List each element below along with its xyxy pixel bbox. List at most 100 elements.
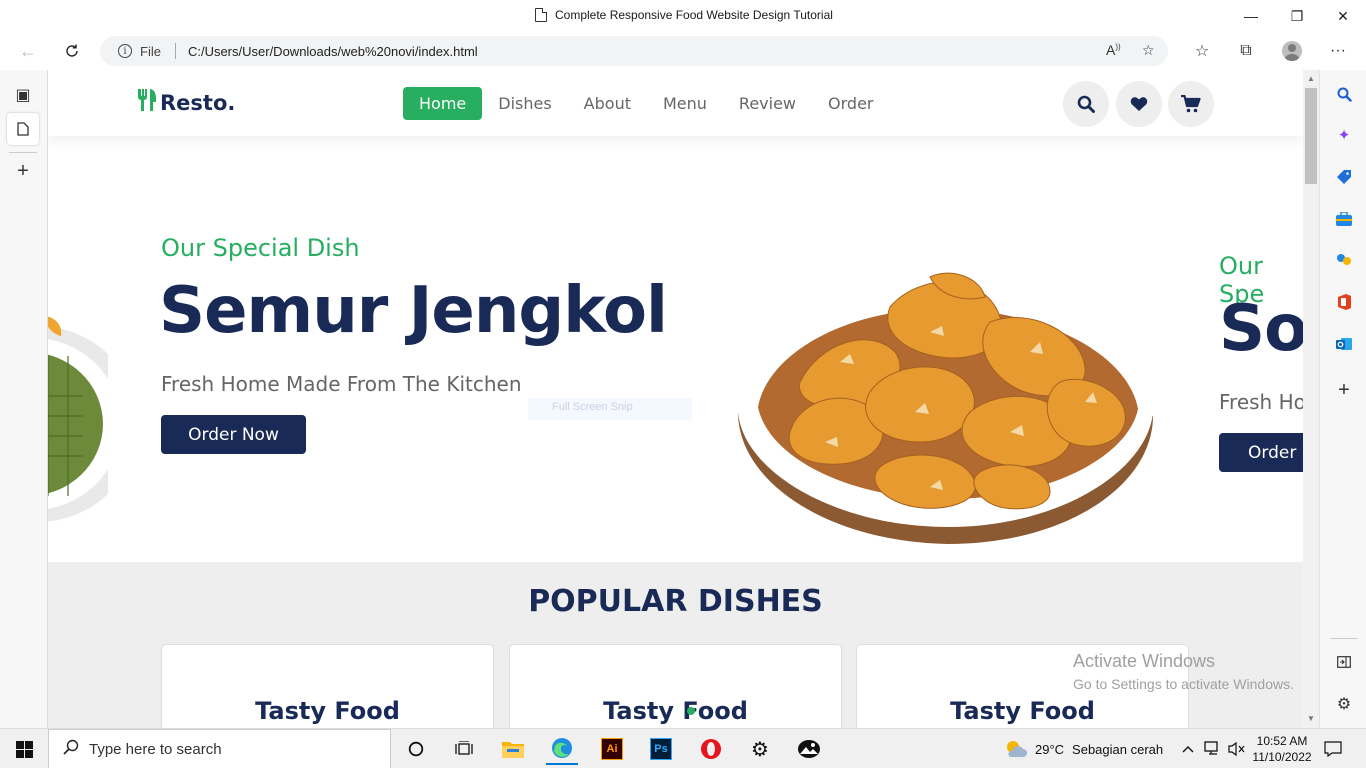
back-icon[interactable]: ←	[13, 36, 43, 66]
activation-watermark: Activate Windows Go to Settings to activ…	[1073, 651, 1294, 692]
address-bar[interactable]: i File C:/Users/User/Downloads/web%20nov…	[100, 36, 1168, 66]
nav-about[interactable]: About	[568, 87, 647, 120]
scroll-up-icon[interactable]: ▲	[1307, 74, 1315, 83]
next-slide-lead: Fresh Ho	[1219, 390, 1303, 414]
section-heading: POPULAR DISHES	[528, 584, 823, 619]
cart-icon[interactable]	[1168, 81, 1214, 127]
file-label: File	[140, 43, 161, 59]
nav-home[interactable]: Home	[403, 87, 483, 120]
maximize-button[interactable]: ❐	[1274, 0, 1320, 32]
vertical-tabs-bar: ▣ +	[0, 70, 48, 728]
weather-widget[interactable]: 29°C Sebagian cerah	[1003, 729, 1163, 768]
watermark-line2: Go to Settings to activate Windows.	[1073, 676, 1294, 692]
cursor-dot	[687, 707, 695, 715]
dish-card-title: Tasty Food	[255, 697, 400, 725]
snip-overlay: Full Screen Snip	[528, 398, 692, 420]
dish-card[interactable]: Tasty Food	[509, 644, 842, 728]
refresh-icon[interactable]	[57, 36, 87, 66]
search-icon[interactable]	[1063, 81, 1109, 127]
previous-dish-image	[48, 316, 108, 522]
read-aloud-icon[interactable]: A))	[1106, 42, 1121, 58]
clock[interactable]: 10:52 AM 11/10/2022	[1252, 729, 1312, 768]
edge-browser-icon[interactable]	[546, 733, 578, 765]
settings-gear-icon[interactable]: ⚙	[1334, 694, 1354, 714]
edge-sidebar: ✦ + ⚙	[1319, 70, 1366, 728]
dish-card-title: Tasty Food	[950, 697, 1095, 725]
cortana-icon[interactable]	[400, 733, 432, 765]
tab-actions-icon[interactable]: ▣	[7, 79, 39, 111]
windows-taskbar: Type here to search Ai Ps ⚙ 29°C Sebagia…	[0, 728, 1366, 768]
games-icon[interactable]	[1334, 250, 1354, 270]
url-text[interactable]: C:/Users/User/Downloads/web%20novi/index…	[188, 44, 478, 59]
windows-logo-icon	[15, 740, 33, 758]
hero-title: Semur Jengkol	[159, 274, 668, 348]
show-hidden-icons[interactable]	[1182, 729, 1194, 768]
outlook-icon[interactable]	[1334, 334, 1354, 354]
popular-dishes-section: POPULAR DISHES Tasty Food Tasty Food Tas…	[48, 562, 1303, 728]
close-button[interactable]: ✕	[1320, 0, 1366, 32]
site-logo[interactable]: Resto.	[136, 88, 235, 118]
current-tab-icon[interactable]	[7, 113, 39, 145]
sparkle-icon[interactable]: ✦	[1334, 125, 1354, 145]
order-now-button[interactable]: Order Now	[161, 415, 306, 454]
divider	[9, 152, 37, 153]
divider	[1330, 638, 1358, 639]
page-scrollbar[interactable]: ▲ ▼	[1303, 70, 1319, 728]
window-title-text: Complete Responsive Food Website Design …	[555, 8, 833, 22]
new-tab-icon[interactable]: +	[7, 155, 39, 187]
hero-slider: Our Special Dish Semur Jengkol Fresh Hom…	[48, 136, 1303, 562]
photoshop-icon[interactable]: Ps	[645, 733, 677, 765]
hero-subtitle: Our Special Dish	[161, 234, 360, 262]
partly-sunny-icon	[1007, 741, 1027, 757]
opera-icon[interactable]	[695, 733, 727, 765]
browser-toolbar: ← i File C:/Users/User/Downloads/web%20n…	[0, 32, 1366, 70]
notifications-icon[interactable]	[1324, 729, 1342, 768]
info-icon[interactable]: i	[118, 44, 132, 58]
network-icon[interactable]	[1204, 729, 1222, 768]
task-view-icon[interactable]	[448, 733, 480, 765]
heart-icon[interactable]	[1116, 81, 1162, 127]
photos-icon[interactable]	[793, 733, 825, 765]
page-icon	[535, 8, 547, 22]
next-slide-title: So	[1219, 292, 1303, 366]
main-nav: Home Dishes About Menu Review Order	[403, 87, 889, 120]
add-sidebar-item-icon[interactable]: +	[1334, 379, 1354, 401]
collections-icon[interactable]: ⧉	[1236, 41, 1256, 61]
volume-muted-icon[interactable]	[1228, 729, 1246, 768]
clock-date: 11/10/2022	[1252, 750, 1312, 764]
watermark-line1: Activate Windows	[1073, 651, 1216, 671]
add-favorite-icon[interactable]: ☆	[1142, 42, 1155, 59]
nav-menu[interactable]: Menu	[647, 87, 723, 120]
weather-temperature: 29°C	[1035, 741, 1065, 757]
semur-jengkol-dish-image	[738, 272, 1160, 547]
next-slide-order-button[interactable]: Order N	[1219, 433, 1303, 472]
nav-dishes[interactable]: Dishes	[482, 87, 567, 120]
shopping-tag-icon[interactable]	[1334, 167, 1354, 187]
site-header: Resto. Home Dishes About Menu Review Ord…	[48, 70, 1303, 136]
start-button[interactable]	[0, 729, 48, 768]
search-icon	[63, 739, 79, 760]
nav-order[interactable]: Order	[812, 87, 889, 120]
office-icon[interactable]	[1334, 292, 1354, 312]
search-icon[interactable]	[1334, 84, 1354, 104]
dish-card[interactable]: Tasty Food	[161, 644, 494, 728]
settings-gear-icon[interactable]: ⚙	[744, 733, 776, 765]
utensils-icon	[136, 88, 158, 118]
illustrator-icon[interactable]: Ai	[596, 733, 628, 765]
weather-description: Sebagian cerah	[1072, 741, 1164, 757]
nav-review[interactable]: Review	[723, 87, 812, 120]
divider	[174, 43, 176, 59]
dish-card-title: Tasty Food	[603, 697, 748, 725]
scroll-down-icon[interactable]: ▼	[1307, 714, 1315, 723]
tools-icon[interactable]	[1334, 209, 1354, 229]
hero-lead: Fresh Home Made From The Kitchen	[161, 372, 522, 396]
clock-time: 10:52 AM	[1256, 734, 1308, 748]
hide-sidebar-icon[interactable]	[1334, 652, 1354, 672]
more-menu-icon[interactable]: ···	[1328, 41, 1348, 61]
file-explorer-icon[interactable]	[497, 733, 529, 765]
taskbar-search-box[interactable]: Type here to search	[48, 729, 391, 768]
scrollbar-thumb[interactable]	[1305, 88, 1317, 184]
profile-avatar[interactable]	[1282, 41, 1302, 61]
minimize-button[interactable]: —	[1228, 0, 1274, 32]
favorites-icon[interactable]: ☆	[1192, 41, 1212, 61]
